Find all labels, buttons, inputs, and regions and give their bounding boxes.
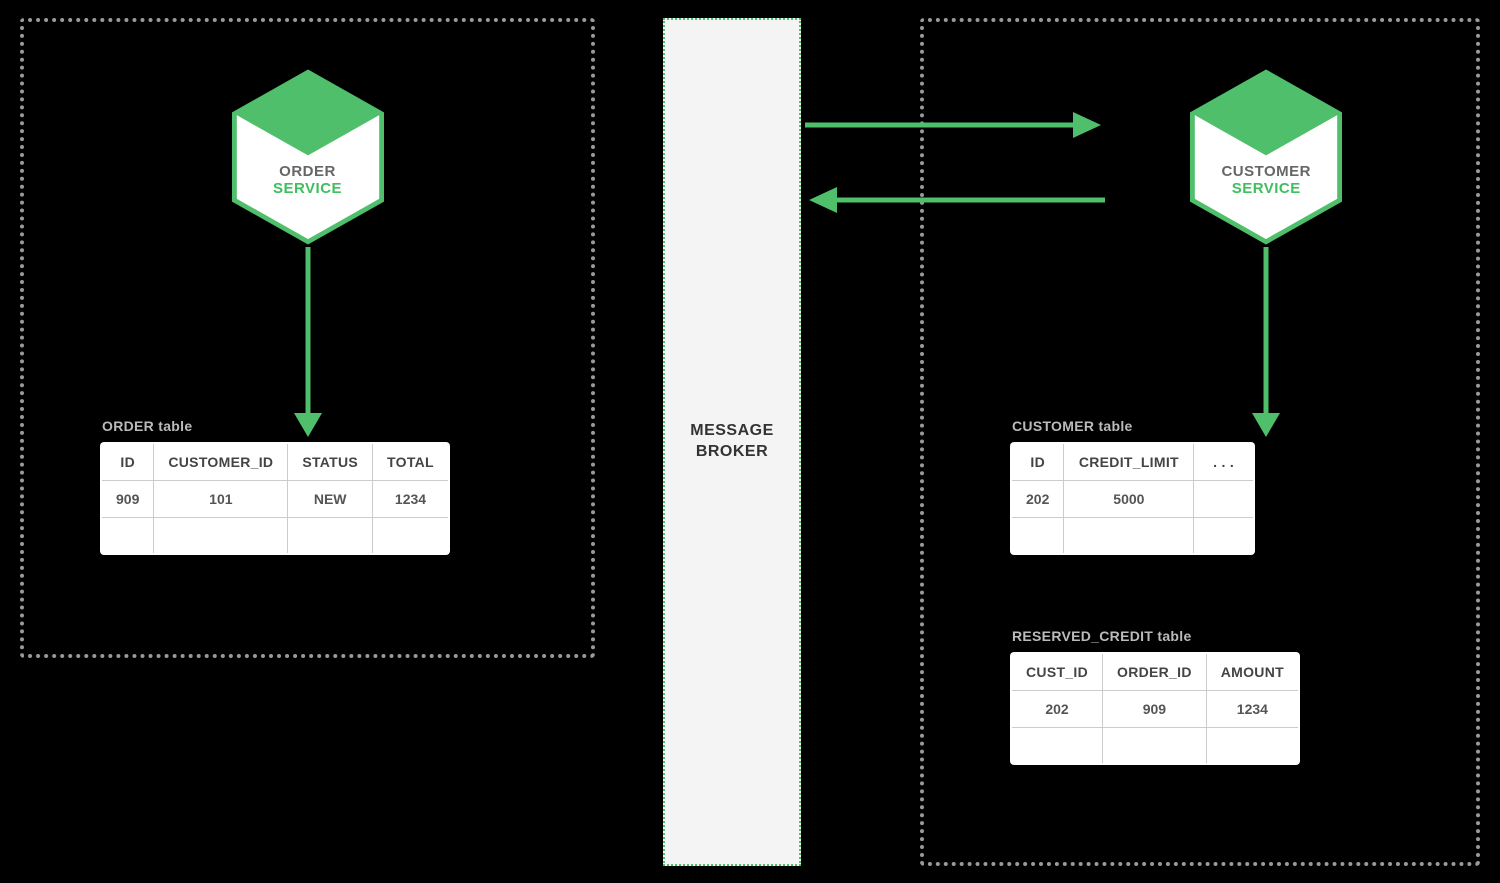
customer-service-label-line1: CUSTOMER [1186,163,1346,180]
table-row: 202 909 1234 [1011,691,1299,728]
cell [154,518,288,554]
col-total: TOTAL [373,443,449,481]
cell: 5000 [1064,481,1194,518]
order-service-label: ORDER SERVICE [228,163,388,197]
customer-service-hex: CUSTOMER SERVICE [1186,67,1346,247]
cell [1103,728,1207,764]
arrow-down-icon [288,247,328,437]
table-row [1011,518,1254,554]
cell: 202 [1011,691,1103,728]
broker-customer-arrows [805,100,1105,230]
table-row [1011,728,1299,764]
col-customer-id: CUSTOMER_ID [154,443,288,481]
cell [1206,728,1299,764]
cell: NEW [288,481,373,518]
cell: 1234 [373,481,449,518]
broker-label-line2: BROKER [690,442,774,463]
arrow-down-icon [1246,247,1286,437]
cell [373,518,449,554]
reserved-credit-table-wrap: RESERVED_CREDIT table CUST_ID ORDER_ID A… [1010,628,1300,765]
message-broker-label: MESSAGE BROKER [690,421,774,463]
reserved-credit-table-caption: RESERVED_CREDIT table [1012,628,1300,644]
cell: 202 [1011,481,1064,518]
cell [288,518,373,554]
table-row: 909 101 NEW 1234 [101,481,449,518]
reserved-credit-table: CUST_ID ORDER_ID AMOUNT 202 909 1234 [1010,652,1300,765]
broker-label-line1: MESSAGE [690,421,774,442]
order-service-boundary: ORDER SERVICE [20,18,595,658]
col-credit-limit: CREDIT_LIMIT [1064,443,1194,481]
cell [1011,728,1103,764]
cell: 101 [154,481,288,518]
message-broker: MESSAGE BROKER [663,18,801,866]
col-cust-id: CUST_ID [1011,653,1103,691]
order-service-label-line2: SERVICE [228,180,388,197]
table-row: 202 5000 [1011,481,1254,518]
col-ellipsis: . . . [1194,443,1254,481]
cell [1011,518,1064,554]
col-order-id: ORDER_ID [1103,653,1207,691]
cell: 909 [101,481,154,518]
customer-service-label-line2: SERVICE [1186,180,1346,197]
order-service-label-line1: ORDER [228,163,388,180]
hexagon-icon [1186,67,1346,247]
order-table-caption: ORDER table [102,418,450,434]
customer-service-label: CUSTOMER SERVICE [1186,163,1346,197]
cell: 1234 [1206,691,1299,728]
col-status: STATUS [288,443,373,481]
cell: 909 [1103,691,1207,728]
order-table: ID CUSTOMER_ID STATUS TOTAL 909 101 NEW … [100,442,450,555]
table-header-row: CUST_ID ORDER_ID AMOUNT [1011,653,1299,691]
cell [101,518,154,554]
col-amount: AMOUNT [1206,653,1299,691]
order-service-hex: ORDER SERVICE [228,67,388,247]
table-header-row: ID CREDIT_LIMIT . . . [1011,443,1254,481]
col-id: ID [101,443,154,481]
table-header-row: ID CUSTOMER_ID STATUS TOTAL [101,443,449,481]
cell [1064,518,1194,554]
hexagon-icon [228,67,388,247]
customer-table-caption: CUSTOMER table [1012,418,1255,434]
order-table-wrap: ORDER table ID CUSTOMER_ID STATUS TOTAL … [100,418,450,555]
customer-table: ID CREDIT_LIMIT . . . 202 5000 [1010,442,1255,555]
table-row [101,518,449,554]
customer-table-wrap: CUSTOMER table ID CREDIT_LIMIT . . . 202… [1010,418,1255,555]
cell [1194,518,1254,554]
col-id: ID [1011,443,1064,481]
cell [1194,481,1254,518]
